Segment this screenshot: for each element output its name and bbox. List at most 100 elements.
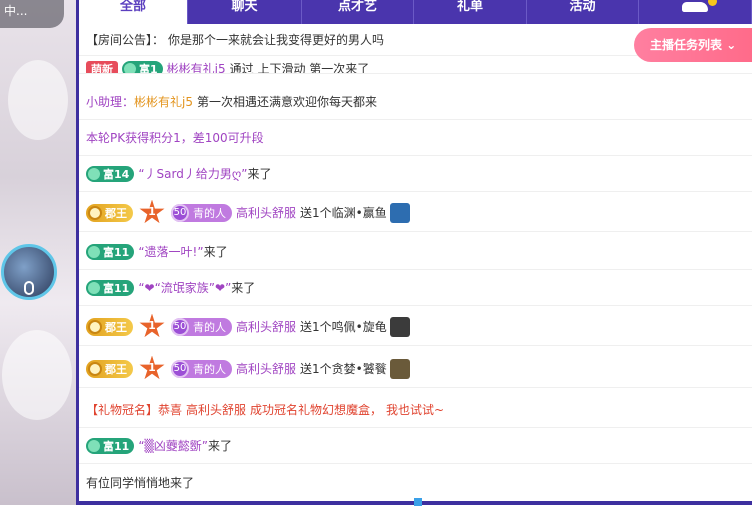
anchor-avatar[interactable] bbox=[1, 244, 57, 300]
chat-tabs: 全部 聊天 点才艺 礼单 活动 bbox=[79, 0, 752, 24]
tab-gift-list[interactable]: 礼单 bbox=[414, 0, 527, 24]
quiet-enter-text: 有位同学悄悄地来了 bbox=[86, 475, 195, 490]
rich-medal: 富11 bbox=[86, 437, 135, 454]
lord-medal-label: 郡王 bbox=[105, 206, 127, 220]
rich-medal-label: 富1 bbox=[139, 63, 158, 74]
rich-medal: 富11 bbox=[86, 279, 135, 296]
fan-badge: 50 青的人 bbox=[171, 317, 232, 336]
anchor-task-list-button[interactable]: 主播任务列表 ⌄ bbox=[634, 28, 752, 62]
message-text: 送1个贪婪•饕餮 bbox=[300, 362, 387, 376]
rich-medal-label: 富11 bbox=[103, 245, 130, 259]
rich-medal-icon bbox=[88, 245, 100, 258]
tab-car[interactable] bbox=[639, 0, 752, 24]
rich-medal-label: 富11 bbox=[103, 281, 130, 295]
user-name[interactable]: 高利头舒服 bbox=[186, 401, 246, 418]
enter-row: 富11 “❤“流氓家族”❤” 来了 bbox=[79, 270, 752, 306]
assistant-row: 小助理： 彬彬有礼j5 第一次相遇还满意欢迎你每天都来 bbox=[79, 84, 752, 120]
user-name[interactable]: 高利头舒服 bbox=[236, 204, 296, 221]
lord-medal-icon bbox=[88, 361, 102, 376]
rich-medal-icon bbox=[88, 439, 100, 452]
lord-medal-icon bbox=[88, 319, 102, 334]
lord-medal-label: 郡王 bbox=[105, 362, 127, 376]
user-name[interactable]: “遗落一叶!” bbox=[138, 243, 203, 260]
enter-suffix: 来了 bbox=[231, 281, 256, 295]
chevron-down-icon: ⌄ bbox=[722, 38, 737, 52]
rank-star-icon: 1 bbox=[139, 355, 165, 382]
pk-message: 本轮PK获得积分1，差100可升段 bbox=[86, 131, 264, 145]
rich-medal: 富14 bbox=[86, 165, 135, 182]
gift-icon bbox=[389, 202, 410, 223]
gift-row: 郡王 1 50 青的人 高利头舒服 送1个贪婪•饕餮 bbox=[79, 350, 752, 388]
gift-crown-prefix: 【礼物冠名】恭喜 bbox=[86, 403, 183, 417]
quiet-enter-row: 有位同学悄悄地来了 bbox=[79, 464, 752, 500]
tab-all[interactable]: 全部 bbox=[79, 0, 188, 24]
message-text: 送1个鸣佩•旋龟 bbox=[300, 320, 387, 334]
rank-number: 1 bbox=[148, 204, 156, 218]
rank-number: 1 bbox=[148, 318, 156, 332]
tab-chat[interactable]: 聊天 bbox=[188, 0, 302, 24]
rich-medal-label: 富14 bbox=[103, 167, 130, 181]
gift-row: 郡王 1 50 青的人 高利头舒服 送1个临渊•赢鱼 bbox=[79, 194, 752, 232]
user-name[interactable]: 彬彬有礼j5 bbox=[134, 93, 193, 110]
user-name[interactable]: 高利头舒服 bbox=[236, 318, 296, 335]
rich-medal-icon bbox=[124, 63, 136, 73]
enter-suffix: 来了 bbox=[207, 439, 232, 453]
enter-suffix: 来了 bbox=[247, 167, 272, 181]
fan-name: 青的人 bbox=[193, 320, 226, 334]
rank-star-icon: 1 bbox=[139, 199, 165, 226]
message-text: 第一次相遇还满意欢迎你每天都来 bbox=[197, 95, 378, 109]
lord-medal-icon bbox=[88, 205, 102, 220]
fan-badge: 50 青的人 bbox=[171, 359, 232, 378]
fan-badge: 50 青的人 bbox=[171, 203, 232, 222]
message-text: 通过 上下滑动 第一次来了 bbox=[229, 62, 370, 74]
notification-badge bbox=[708, 0, 717, 6]
chat-message-list[interactable]: 【房间公告】： 你是那个一来就会让我变得更好的男人吗 萌新 富1 彬彬有礼j5 … bbox=[79, 24, 752, 502]
lord-medal: 郡王 bbox=[86, 317, 133, 336]
stream-decoration bbox=[8, 60, 68, 140]
tab-talent[interactable]: 点才艺 bbox=[302, 0, 414, 24]
gift-icon bbox=[389, 358, 410, 379]
fan-level: 50 bbox=[171, 317, 189, 336]
live-stream-preview[interactable]: 中... bbox=[0, 0, 78, 505]
gift-crown-text: 成功冠名礼物幻想魔盒， bbox=[250, 403, 383, 417]
newbie-medal: 萌新 bbox=[86, 61, 118, 73]
enter-row: 富11 “▒凶蘷懿斵” 来了 bbox=[79, 428, 752, 464]
enter-row: 富14 “丿Sard丿给力男ღ” 来了 bbox=[79, 156, 752, 192]
fan-name: 青的人 bbox=[193, 362, 226, 376]
assistant-label: 小助理： bbox=[86, 95, 135, 109]
user-name[interactable]: “▒凶蘷懿斵” bbox=[138, 437, 208, 454]
stream-decoration bbox=[2, 330, 72, 420]
lord-medal: 郡王 bbox=[86, 203, 133, 222]
bottom-bar bbox=[79, 498, 752, 506]
user-name[interactable]: “丿Sard丿给力男ღ” bbox=[138, 165, 247, 182]
gift-row: 郡王 1 50 青的人 高利头舒服 送1个鸣佩•旋龟 bbox=[79, 308, 752, 346]
lord-medal-label: 郡王 bbox=[105, 320, 127, 334]
task-button-label: 主播任务列表 bbox=[650, 38, 723, 52]
rich-medal: 富11 bbox=[86, 243, 135, 260]
rich-medal: 富1 bbox=[122, 61, 163, 74]
rich-medal-label: 富11 bbox=[103, 439, 130, 453]
gift-icon bbox=[389, 316, 410, 337]
fan-level: 50 bbox=[171, 203, 189, 222]
car-icon bbox=[682, 2, 708, 12]
lord-medal: 郡王 bbox=[86, 359, 133, 378]
fan-level: 50 bbox=[171, 359, 189, 378]
rank-star-icon: 1 bbox=[139, 313, 165, 340]
rich-medal-icon bbox=[88, 167, 100, 180]
rich-medal-icon bbox=[88, 281, 100, 294]
user-name[interactable]: 高利头舒服 bbox=[236, 360, 296, 377]
rank-number: 1 bbox=[148, 360, 156, 374]
user-name[interactable]: “❤“流氓家族”❤” bbox=[138, 279, 231, 296]
enter-suffix: 来了 bbox=[203, 245, 228, 259]
try-it-link[interactable]: 我也试试~ bbox=[386, 401, 444, 418]
tab-activity[interactable]: 活动 bbox=[527, 0, 639, 24]
pk-row: 本轮PK获得积分1，差100可升段 bbox=[79, 120, 752, 156]
gift-crown-row: 【礼物冠名】恭喜 高利头舒服 成功冠名礼物幻想魔盒， 我也试试~ bbox=[79, 392, 752, 428]
fan-name: 青的人 bbox=[193, 206, 226, 220]
announcement-text: 你是那个一来就会让我变得更好的男人吗 bbox=[168, 33, 385, 47]
user-name[interactable]: 彬彬有礼j5 bbox=[167, 60, 226, 73]
message-text: 送1个临渊•赢鱼 bbox=[300, 206, 387, 220]
announcement-prefix: 【房间公告】： bbox=[86, 33, 165, 47]
stream-status-text: 中... bbox=[0, 0, 64, 28]
enter-row: 富11 “遗落一叶!” 来了 bbox=[79, 234, 752, 270]
